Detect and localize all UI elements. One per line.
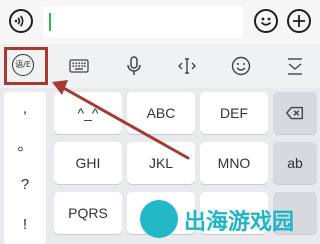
key-label: ^_^ (77, 105, 99, 121)
punctuation-key[interactable]: ? (4, 176, 46, 193)
text-caret (49, 13, 51, 31)
message-input-bar (0, 0, 320, 44)
backspace-key[interactable] (273, 92, 317, 134)
cursor-move-icon (178, 58, 196, 74)
emoji-panel-button[interactable] (229, 54, 253, 78)
key-emoticon[interactable]: ^_^ (54, 92, 122, 134)
keyboard-layout-button[interactable] (67, 54, 91, 78)
key-label: PQRS (68, 205, 108, 221)
punctuation-key[interactable]: , (4, 100, 46, 117)
key-pqrs[interactable]: PQRS (54, 192, 122, 234)
microphone-icon (127, 56, 141, 75)
key-label: GHI (75, 155, 101, 171)
key-abc[interactable]: ABC (127, 92, 195, 134)
key-label: MNO (217, 155, 251, 171)
key-label: ab (287, 155, 303, 171)
keyboard-toolbar: 语/E (0, 44, 320, 88)
collapse-keyboard-button[interactable] (283, 54, 307, 78)
voice-button[interactable] (9, 9, 33, 33)
backspace-icon (286, 106, 304, 120)
key-def[interactable]: DEF (200, 92, 268, 134)
message-text-field[interactable] (43, 6, 243, 38)
plus-icon (293, 15, 305, 27)
key-ghi[interactable]: GHI (54, 142, 122, 184)
punctuation-key[interactable]: 。 (4, 134, 46, 155)
emoji-button[interactable] (254, 9, 278, 33)
emoji-icon (260, 17, 272, 26)
key-mno[interactable]: MNO (200, 142, 268, 184)
highlight-box (4, 47, 48, 85)
voice-input-button[interactable] (122, 54, 146, 78)
punctuation-column: , 。 ? ! (4, 92, 46, 244)
watermark: 出海游戏园 (140, 198, 320, 244)
key-label: JKL (148, 155, 174, 171)
keyboard-icon (69, 59, 89, 73)
screenshot: 语/E , 。 ? ! ^_^ ABC DEF GHI JKL MNO ab P… (0, 0, 320, 244)
key-jkl[interactable]: JKL (127, 142, 195, 184)
emoji-icon (231, 56, 251, 76)
cursor-move-button[interactable] (175, 54, 199, 78)
watermark-logo (140, 200, 178, 238)
key-label: ABC (146, 105, 176, 121)
case-switch-key[interactable]: ab (273, 142, 317, 184)
watermark-text: 出海游戏园 (184, 210, 295, 235)
punctuation-key[interactable]: ! (4, 216, 46, 233)
key-label: DEF (220, 105, 248, 121)
voice-icon (14, 15, 24, 27)
more-button[interactable] (287, 9, 311, 33)
collapse-keyboard-icon (288, 58, 302, 75)
